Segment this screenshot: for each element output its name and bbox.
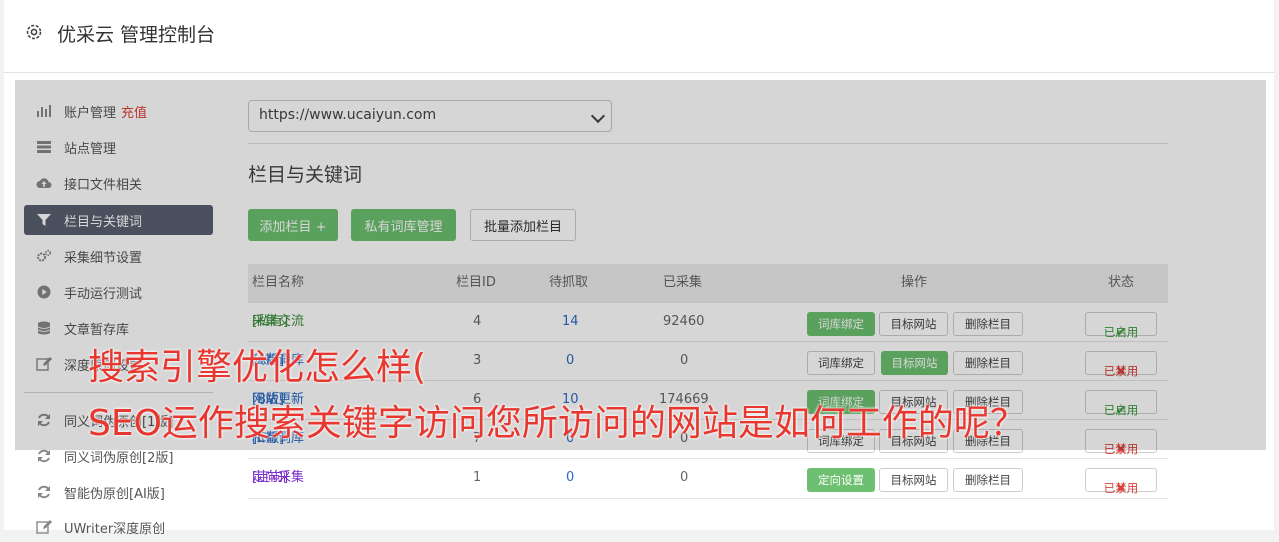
sidebar-item-label: 智能伪原创[AI版] (64, 486, 165, 502)
overlay-headline-2: SEO运作搜索关键字访问您所访问的网站是如何工作的呢？ (88, 403, 1026, 444)
pending-count[interactable]: 0 (566, 459, 574, 497)
target-site-button[interactable]: 目标网站 (881, 351, 948, 375)
sidebar-item-label: 站点管理 (64, 141, 117, 157)
sidebar-item-account[interactable]: 账户管理 充值 (24, 96, 213, 126)
target-setting-button[interactable]: 定向设置 (807, 468, 875, 492)
sidebar-item-label: UWriter深度原创 (64, 521, 166, 537)
sidebar-divider (24, 392, 213, 393)
column-id: 4 (473, 314, 482, 329)
cogs-icon (37, 249, 52, 262)
table-header: 栏目名称 栏目ID 待抓取 已采集 操作 状态 (248, 264, 1168, 302)
bind-lib-button[interactable]: 词库绑定 (807, 312, 875, 336)
sidebar-item-label: 接口文件相关 (64, 177, 143, 193)
col-header-status: 状态 (1108, 275, 1135, 290)
status-toggle[interactable]: ✖ 已禁用 (1085, 468, 1157, 495)
collected-count: 0 (680, 353, 689, 368)
status-toggle[interactable]: ✖ 已禁用 (1085, 351, 1157, 378)
database-icon (37, 321, 51, 335)
sidebar-item-manual-run[interactable]: 手动运行测试 (24, 277, 213, 307)
play-circle-icon (37, 285, 51, 299)
page-title: 优采云 管理控制台 (57, 24, 216, 46)
collected-count: 92460 (663, 314, 705, 329)
private-lib-button[interactable]: 私有词库管理 (351, 209, 456, 241)
gear-icon (26, 24, 42, 40)
target-site-button[interactable]: 目标网站 (879, 312, 948, 336)
col-header-id: 栏目ID (456, 275, 496, 290)
sidebar-item-label: 账户管理 (64, 105, 117, 121)
sidebar-item-interface[interactable]: 接口文件相关 (24, 168, 213, 198)
cloud-upload-icon (36, 178, 52, 188)
column-name[interactable]: [私有] 采集交流 (252, 303, 304, 341)
col-header-actions: 操作 (901, 275, 928, 290)
sidebar-item-label: 栏目与关键词 (64, 214, 143, 230)
delete-column-button[interactable]: 删除栏目 (953, 351, 1023, 375)
sidebar-item-uwriter[interactable]: UWriter深度原创 (24, 512, 213, 542)
pending-count[interactable]: 0 (566, 342, 574, 380)
delete-column-button[interactable]: 删除栏目 (953, 468, 1023, 492)
recharge-link[interactable]: 充值 (121, 102, 147, 121)
sidebar-item-label: 文章暂存库 (64, 322, 130, 338)
column-name[interactable]: [定向] 定向采集 (252, 459, 304, 497)
top-bar: 优采云 管理控制台 (4, 0, 1274, 73)
overlay-headline-1: 搜索引擎优化怎么样( (88, 347, 427, 388)
target-site-button[interactable]: 目标网站 (879, 468, 948, 492)
col-header-name: 栏目名称 (252, 275, 305, 290)
delete-column-button[interactable]: 删除栏目 (953, 312, 1023, 336)
status-toggle[interactable]: ✔ 已启用 (1085, 390, 1157, 417)
sidebar-item-ai-original[interactable]: 智能伪原创[AI版] (24, 477, 213, 507)
sidebar-item-label: 手动运行测试 (64, 286, 143, 302)
sidebar-item-label: 采集细节设置 (64, 250, 143, 266)
server-icon (37, 141, 51, 153)
edit-icon (36, 520, 52, 534)
table-row: [私有] 采集交流 4 14 92460 词库绑定 目标网站 删除栏目 ✔ 已启… (248, 302, 1168, 342)
status-toggle[interactable]: ✔ 已启用 (1085, 312, 1157, 339)
divider (248, 143, 1168, 144)
edit-icon (36, 357, 52, 371)
site-select[interactable]: https://www.ucaiyun.com (248, 100, 612, 132)
pending-count[interactable]: 14 (562, 303, 579, 341)
collected-count: 0 (680, 470, 689, 485)
status-toggle[interactable]: ✖ 已禁用 (1085, 429, 1157, 456)
bind-lib-button[interactable]: 词库绑定 (807, 351, 875, 375)
chevron-down-icon (590, 108, 606, 124)
sidebar-item-columns-keywords[interactable]: 栏目与关键词 (24, 205, 213, 235)
column-id: 3 (473, 353, 482, 368)
refresh-icon (38, 413, 50, 427)
sidebar-item-collect-settings[interactable]: 采集细节设置 (24, 241, 213, 271)
refresh-icon (38, 485, 50, 499)
batch-add-button[interactable]: 批量添加栏目 (470, 209, 576, 241)
sidebar-item-label: 同义词伪原创[2版] (64, 450, 174, 466)
col-header-pending: 待抓取 (549, 275, 589, 290)
section-title: 栏目与关键词 (248, 164, 363, 186)
sidebar-item-article-store[interactable]: 文章暂存库 (24, 313, 213, 343)
filter-icon (37, 214, 51, 226)
bar-chart-icon (37, 105, 51, 117)
column-id: 1 (473, 470, 482, 485)
refresh-icon (38, 449, 50, 463)
sidebar-item-sites[interactable]: 站点管理 (24, 132, 213, 162)
site-select-value: https://www.ucaiyun.com (259, 107, 437, 123)
add-column-button[interactable]: 添加栏目 + (248, 209, 338, 241)
table-row: [定向] 定向采集 1 0 0 定向设置 目标网站 删除栏目 ✖ 已禁用 (248, 458, 1168, 499)
col-header-collected: 已采集 (663, 275, 703, 290)
